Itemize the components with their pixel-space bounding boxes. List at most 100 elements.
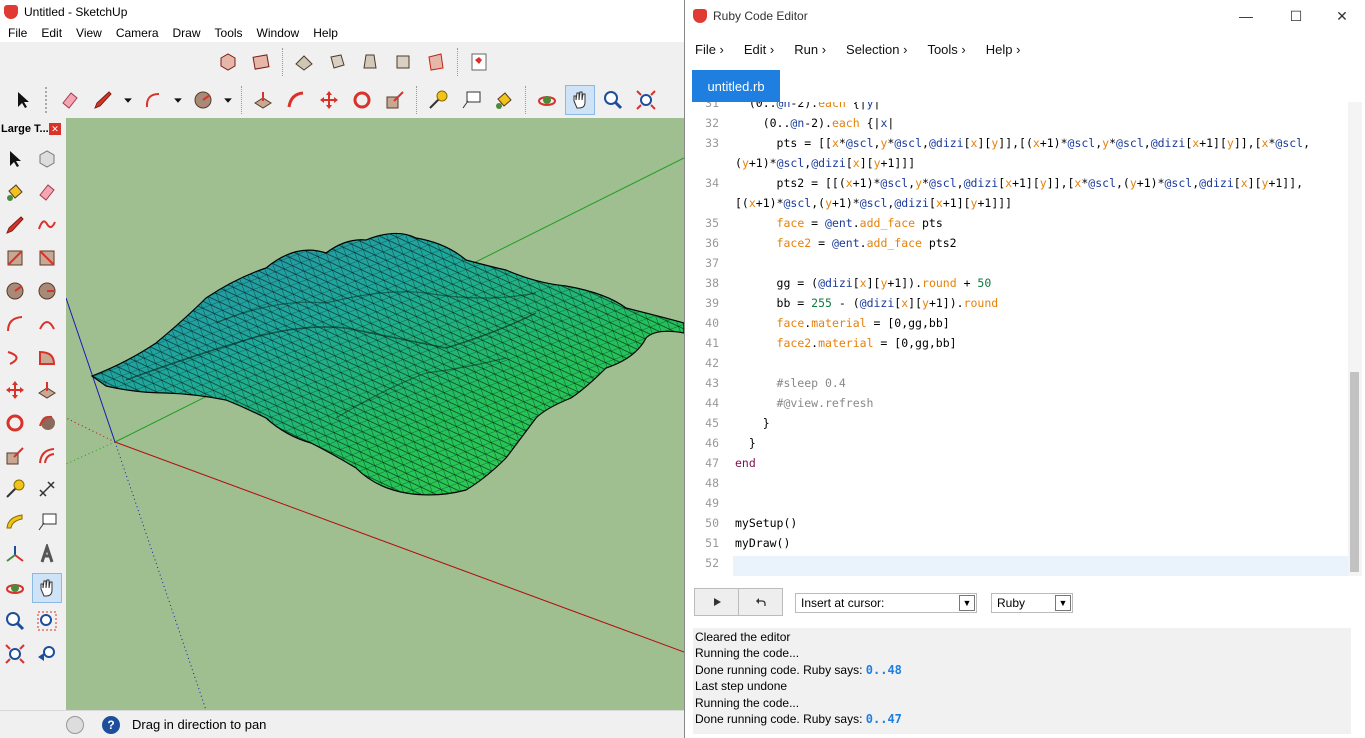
select-arrow-icon[interactable] bbox=[0, 144, 30, 174]
menu-selection[interactable]: Selection › bbox=[836, 42, 917, 57]
circle-icon[interactable] bbox=[0, 276, 30, 306]
menu-draw[interactable]: Draw bbox=[165, 26, 207, 40]
code-line[interactable]: face2 = @ent.add_face pts2 bbox=[735, 236, 957, 250]
rotated-rectangle-icon[interactable] bbox=[32, 243, 62, 273]
previous-view-icon[interactable] bbox=[32, 639, 62, 669]
move-icon[interactable] bbox=[0, 375, 30, 405]
text-label-icon[interactable] bbox=[32, 507, 62, 537]
menu-edit[interactable]: Edit bbox=[33, 26, 68, 40]
menu-edit[interactable]: Edit › bbox=[734, 42, 784, 57]
section-view-icon[interactable] bbox=[421, 47, 451, 77]
front-view-icon[interactable] bbox=[289, 47, 319, 77]
dropdown-arrow-icon[interactable] bbox=[121, 85, 135, 115]
code-line[interactable]: face2.material = [0,gg,bb] bbox=[735, 336, 957, 350]
menu-help[interactable]: Help bbox=[305, 26, 344, 40]
menu-tools[interactable]: Tools bbox=[207, 26, 249, 40]
zoom-extents-icon[interactable] bbox=[0, 639, 30, 669]
pie-icon[interactable] bbox=[32, 342, 62, 372]
zoom-icon[interactable] bbox=[0, 606, 30, 636]
offset-icon[interactable] bbox=[32, 441, 62, 471]
code-line[interactable]: pts2 = [[(x+1)*@scl,y*@scl,@dizi[x+1][y]… bbox=[735, 176, 1304, 190]
chevron-down-icon[interactable]: ▼ bbox=[959, 595, 975, 611]
close-icon[interactable]: ✕ bbox=[1319, 0, 1365, 32]
menu-help[interactable]: Help › bbox=[976, 42, 1031, 57]
polygon-icon[interactable] bbox=[32, 276, 62, 306]
language-select[interactable]: Ruby ▼ bbox=[991, 593, 1073, 613]
code-line[interactable]: end bbox=[735, 456, 756, 470]
3d-text-icon[interactable] bbox=[32, 540, 62, 570]
code-line[interactable]: } bbox=[735, 436, 756, 450]
tape-measure-icon[interactable] bbox=[0, 474, 30, 504]
close-icon[interactable]: ✕ bbox=[49, 123, 61, 135]
menu-run[interactable]: Run › bbox=[784, 42, 836, 57]
menu-view[interactable]: View bbox=[68, 26, 108, 40]
code-line[interactable]: } bbox=[735, 416, 770, 430]
rotate-icon[interactable] bbox=[0, 408, 30, 438]
push-pull-icon[interactable] bbox=[248, 85, 278, 115]
code-line[interactable]: (y+1)*@scl,@dizi[x][y+1]]] bbox=[735, 156, 915, 170]
code-line[interactable]: gg = (@dizi[x][y+1]).round + 50 bbox=[735, 276, 992, 290]
paint-bucket-icon[interactable] bbox=[489, 85, 519, 115]
insert-at-cursor-select[interactable]: Insert at cursor: ▼ bbox=[795, 593, 977, 613]
help-icon[interactable]: ? bbox=[102, 715, 120, 734]
move-icon[interactable] bbox=[314, 85, 344, 115]
pan-hand-icon[interactable] bbox=[565, 85, 595, 115]
eraser-icon[interactable] bbox=[55, 85, 85, 115]
zoom-extents-icon[interactable] bbox=[631, 85, 661, 115]
select-arrow-icon[interactable] bbox=[8, 85, 38, 115]
maximize-icon[interactable]: ☐ bbox=[1273, 0, 1319, 32]
undo-button[interactable] bbox=[738, 588, 783, 616]
ruby-console-icon[interactable] bbox=[464, 47, 494, 77]
model-viewport[interactable] bbox=[66, 118, 684, 710]
paint-bucket-icon[interactable] bbox=[0, 177, 30, 207]
menu-tools[interactable]: Tools › bbox=[917, 42, 975, 57]
pencil-icon[interactable] bbox=[0, 210, 30, 240]
rectangle-icon[interactable] bbox=[0, 243, 30, 273]
code-line[interactable]: (0..@n-2).each {|x| bbox=[735, 116, 895, 130]
protractor-icon[interactable] bbox=[0, 507, 30, 537]
orbit-icon[interactable] bbox=[0, 573, 30, 603]
arc-icon[interactable] bbox=[0, 309, 30, 339]
top-view-icon[interactable] bbox=[246, 47, 276, 77]
arc-icon[interactable] bbox=[138, 85, 168, 115]
code-line[interactable]: #@view.refresh bbox=[735, 396, 874, 410]
orbit-icon[interactable] bbox=[532, 85, 562, 115]
dimension-icon[interactable] bbox=[32, 474, 62, 504]
right-view-icon[interactable] bbox=[322, 47, 352, 77]
push-pull-icon[interactable] bbox=[32, 375, 62, 405]
code-line[interactable]: mySetup() bbox=[735, 516, 797, 530]
menu-window[interactable]: Window bbox=[249, 26, 306, 40]
code-line[interactable]: face = @ent.add_face pts bbox=[735, 216, 943, 230]
pencil-icon[interactable] bbox=[88, 85, 118, 115]
user-icon[interactable] bbox=[66, 715, 84, 734]
freehand-icon[interactable] bbox=[32, 210, 62, 240]
follow-me-icon[interactable] bbox=[32, 408, 62, 438]
left-view-icon[interactable] bbox=[388, 47, 418, 77]
code-editor[interactable]: 31 (0..@n-2).each {|y| 32 (0..@n-2).each … bbox=[693, 102, 1350, 576]
scale-icon[interactable] bbox=[380, 85, 410, 115]
rotate-icon[interactable] bbox=[347, 85, 377, 115]
three-point-arc-icon[interactable] bbox=[0, 342, 30, 372]
text-label-icon[interactable] bbox=[456, 85, 486, 115]
dropdown-arrow-icon[interactable] bbox=[171, 85, 185, 115]
circle-icon[interactable] bbox=[188, 85, 218, 115]
iso-view-icon[interactable] bbox=[213, 47, 243, 77]
menu-file[interactable]: File bbox=[0, 26, 33, 40]
two-point-arc-icon[interactable] bbox=[32, 309, 62, 339]
vertical-scrollbar[interactable] bbox=[1348, 102, 1362, 576]
menu-file[interactable]: File › bbox=[685, 42, 734, 57]
code-line[interactable]: (0..@n-2).each {|y| bbox=[735, 102, 881, 110]
back-view-icon[interactable] bbox=[355, 47, 385, 77]
run-button[interactable] bbox=[694, 588, 739, 616]
axes-icon[interactable] bbox=[0, 540, 30, 570]
pan-hand-icon[interactable] bbox=[32, 573, 62, 603]
menu-camera[interactable]: Camera bbox=[108, 26, 165, 40]
tab-untitled-rb[interactable]: untitled.rb bbox=[692, 70, 780, 102]
scale-icon[interactable] bbox=[0, 441, 30, 471]
tape-measure-icon[interactable] bbox=[423, 85, 453, 115]
code-line[interactable]: myDraw() bbox=[735, 536, 790, 550]
chevron-down-icon[interactable]: ▼ bbox=[1055, 595, 1071, 611]
code-line[interactable]: [(x+1)*@scl,(y+1)*@scl,@dizi[x+1][y+1]]] bbox=[735, 196, 1012, 210]
make-component-icon[interactable] bbox=[32, 144, 62, 174]
scrollbar-thumb[interactable] bbox=[1350, 372, 1359, 572]
